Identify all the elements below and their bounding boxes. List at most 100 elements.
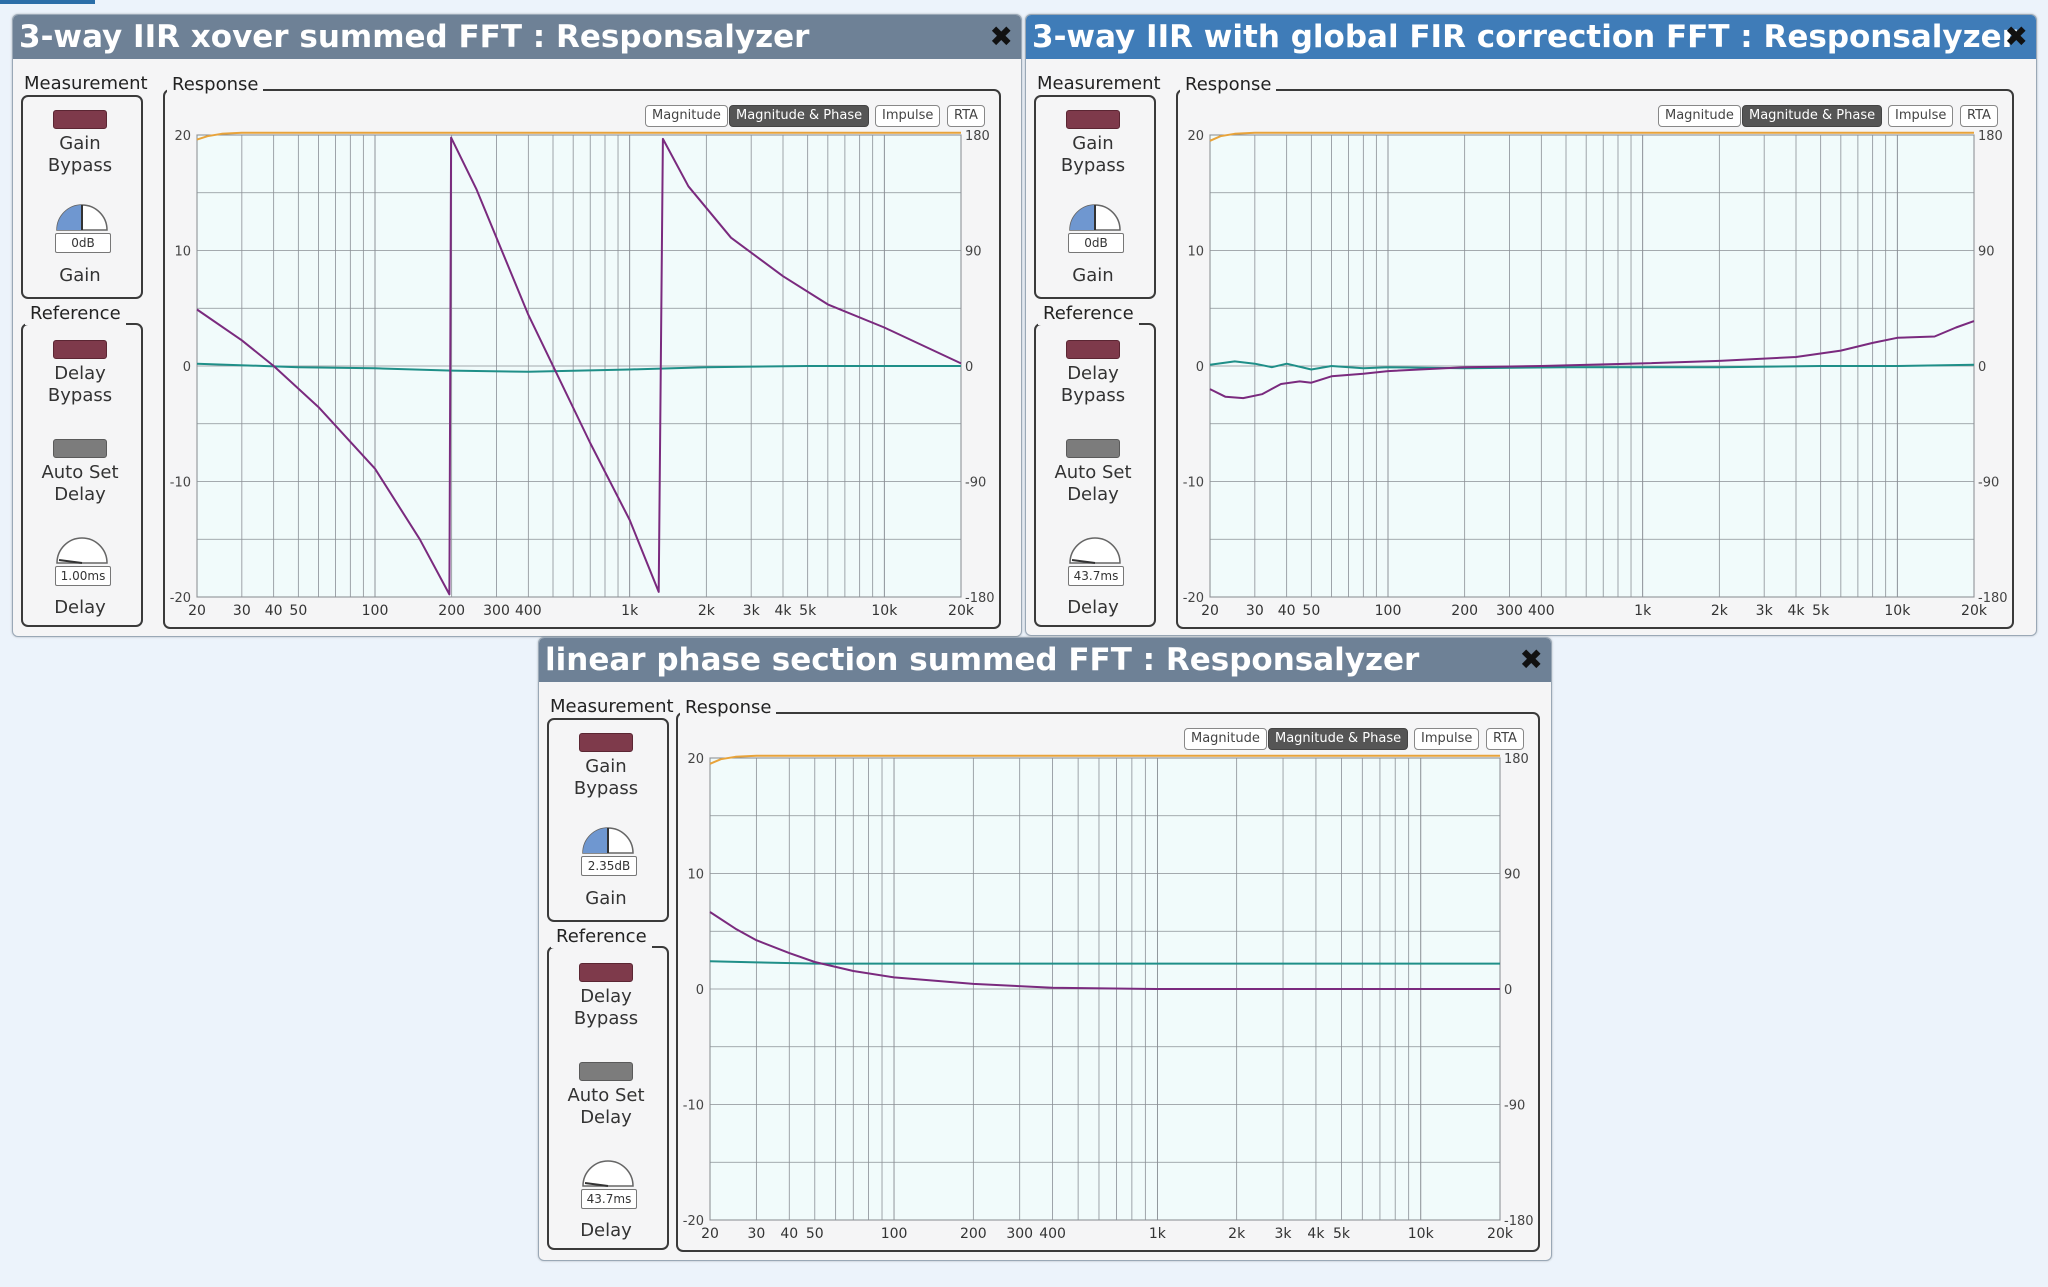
x-tick-label: 3k: [743, 603, 761, 619]
window-title: 3-way IIR xover summed FFT : Responsalyz…: [19, 19, 810, 55]
window-titlebar[interactable]: linear phase section summed FFT : Respon…: [539, 638, 1551, 682]
x-tick-label: 40: [1278, 603, 1296, 619]
mode-button-impulse[interactable]: Impulse: [875, 105, 941, 127]
mode-button-magnitude[interactable]: Magnitude: [1184, 728, 1267, 750]
y-left-tick-label: -10: [683, 1099, 704, 1114]
mode-button-rta[interactable]: RTA: [947, 105, 985, 127]
gain-label: Gain: [585, 888, 627, 909]
x-tick-label: 200: [438, 603, 465, 619]
y-right-tick-label: 180: [1504, 752, 1529, 767]
mode-button-magnitude-phase[interactable]: Magnitude & Phase: [1268, 728, 1409, 750]
x-tick-label: 20k: [1961, 603, 1988, 619]
x-tick-label: 400: [1528, 603, 1555, 619]
response-chart[interactable]: 20100-10-20180900-90-18020 30 40 50 100 200 30…: [1178, 91, 2012, 627]
reference-tab-label[interactable]: Reference: [25, 303, 126, 325]
measurement-tab-label[interactable]: Measurement: [19, 73, 153, 95]
x-tick-label: 5k: [1812, 603, 1830, 619]
x-tick-label: 100: [881, 1226, 908, 1242]
gain-bypass-led[interactable]: [1066, 110, 1120, 129]
x-tick-label: 50: [1302, 603, 1320, 619]
x-tick-label: 200: [960, 1226, 987, 1242]
response-tab-label[interactable]: Response: [1180, 74, 1277, 96]
mode-button-rta[interactable]: RTA: [1960, 105, 1998, 127]
x-tick-label: 50: [806, 1226, 824, 1242]
response-chart[interactable]: 20100-10-20180900-90-18020 30 40 50 100 200 30…: [678, 714, 1538, 1250]
mode-button-rta[interactable]: RTA: [1486, 728, 1524, 750]
y-right-tick-label: -90: [1978, 476, 1999, 491]
y-right-tick-label: 90: [965, 245, 982, 260]
y-left-tick-label: 20: [1187, 129, 1204, 144]
delay-bypass-label: Delay Bypass: [47, 363, 113, 406]
window-title: linear phase section summed FFT : Respon…: [545, 642, 1420, 678]
responsalyzer-window: linear phase section summed FFT : Respon…: [538, 637, 1552, 1261]
x-tick-label: 30: [1246, 603, 1264, 619]
response-tab-label[interactable]: Response: [167, 74, 264, 96]
y-right-tick-label: 0: [965, 360, 973, 375]
delay-label: Delay: [54, 597, 106, 618]
x-tick-label: 3k: [1275, 1226, 1293, 1242]
x-tick-label: 200: [1451, 603, 1478, 619]
x-tick-label: 40: [265, 603, 283, 619]
top-accent-line: [0, 0, 95, 4]
mode-button-magnitude[interactable]: Magnitude: [1658, 105, 1741, 127]
gain-bypass-label: Gain Bypass: [1060, 133, 1126, 176]
close-icon[interactable]: ✖: [990, 15, 1013, 59]
gain-label: Gain: [1072, 265, 1114, 286]
measurement-tab-label[interactable]: Measurement: [1032, 73, 1166, 95]
x-tick-label: 20k: [948, 603, 975, 619]
gain-value[interactable]: 0dB: [55, 233, 111, 253]
delay-value[interactable]: 1.00ms: [55, 566, 111, 586]
window-titlebar[interactable]: 3-way IIR xover summed FFT : Responsalyz…: [13, 15, 1021, 59]
gain-bypass-led[interactable]: [579, 733, 633, 752]
x-tick-label: 10k: [1884, 603, 1911, 619]
x-tick-label: 20k: [1487, 1226, 1514, 1242]
x-tick-label: 400: [515, 603, 542, 619]
delay-value[interactable]: 43.7ms: [581, 1189, 637, 1209]
delay-bypass-led[interactable]: [53, 340, 107, 359]
responsalyzer-window: 3-way IIR with global FIR correction FFT…: [1025, 14, 2037, 636]
window-title: 3-way IIR with global FIR correction FFT…: [1032, 19, 2017, 55]
delay-value[interactable]: 43.7ms: [1068, 566, 1124, 586]
x-tick-label: 50: [289, 603, 307, 619]
mode-button-magnitude-phase[interactable]: Magnitude & Phase: [729, 105, 870, 127]
auto-set-delay-button[interactable]: [53, 439, 107, 458]
y-left-tick-label: 10: [687, 868, 704, 883]
gain-label: Gain: [59, 265, 101, 286]
response-panel: 20 10 0 -10 -20 180 90 0 -90 -180 20 30 40 50 100 200 30…: [1176, 89, 2014, 629]
auto-set-delay-button[interactable]: [579, 1062, 633, 1081]
x-tick-label: 4k: [774, 603, 792, 619]
gain-value[interactable]: 0dB: [1068, 233, 1124, 253]
mode-button-magnitude[interactable]: Magnitude: [645, 105, 728, 127]
x-tick-label: 5k: [799, 603, 817, 619]
response-panel: 20 10 0 -10 -20 180 90 0 -90 -180 20 30 40 50 100 200 30…: [163, 89, 1001, 629]
mode-button-impulse[interactable]: Impulse: [1888, 105, 1954, 127]
gain-bypass-label: Gain Bypass: [47, 133, 113, 176]
reference-tab-label[interactable]: Reference: [551, 926, 652, 948]
close-icon[interactable]: ✖: [2005, 15, 2028, 59]
y-right-tick-label: 180: [965, 129, 990, 144]
delay-bypass-led[interactable]: [579, 963, 633, 982]
auto-set-delay-label: Auto Set Delay: [567, 1085, 645, 1128]
gain-bypass-led[interactable]: [53, 110, 107, 129]
mode-button-magnitude-phase[interactable]: Magnitude & Phase: [1742, 105, 1883, 127]
window-titlebar[interactable]: 3-way IIR with global FIR correction FFT…: [1026, 15, 2036, 59]
delay-bypass-led[interactable]: [1066, 340, 1120, 359]
response-chart[interactable]: 20100-10-20180900-90-18020 30 40 50 100 200 30…: [165, 91, 999, 627]
x-tick-label: 1k: [1634, 603, 1652, 619]
y-left-tick-label: -10: [170, 476, 191, 491]
x-tick-label: 2k: [1711, 603, 1729, 619]
auto-set-delay-button[interactable]: [1066, 439, 1120, 458]
measurement-tab-label[interactable]: Measurement: [545, 696, 679, 718]
response-tab-label[interactable]: Response: [680, 697, 777, 719]
delay-bypass-label: Delay Bypass: [1060, 363, 1126, 406]
y-left-tick-label: 10: [174, 245, 191, 260]
responsalyzer-window: 3-way IIR xover summed FFT : Responsalyz…: [12, 14, 1022, 637]
y-right-tick-label: 0: [1504, 983, 1512, 998]
x-tick-label: 5k: [1333, 1226, 1351, 1242]
reference-tab-label[interactable]: Reference: [1038, 303, 1139, 325]
y-left-tick-label: 20: [687, 752, 704, 767]
close-icon[interactable]: ✖: [1520, 638, 1543, 682]
mode-button-impulse[interactable]: Impulse: [1414, 728, 1480, 750]
gain-value[interactable]: 2.35dB: [581, 856, 637, 876]
delay-bypass-label: Delay Bypass: [573, 986, 639, 1029]
